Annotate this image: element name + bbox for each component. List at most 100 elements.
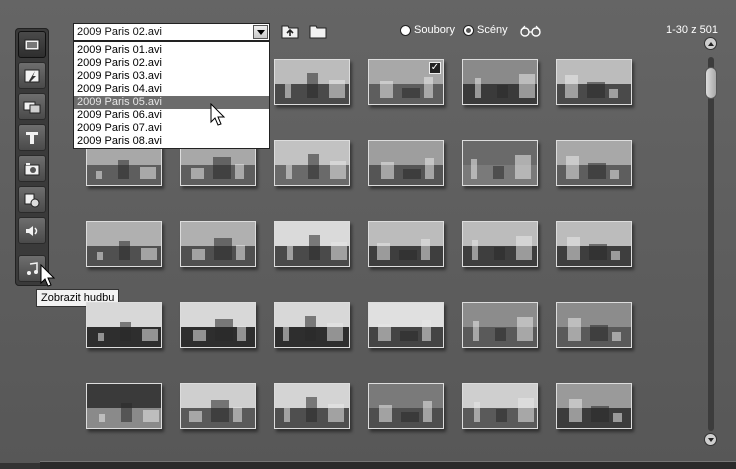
scene-thumbnail[interactable] bbox=[274, 383, 350, 429]
thumbnail-detail bbox=[237, 326, 246, 341]
file-dropdown-list[interactable]: 2009 Paris 01.avi 2009 Paris 02.avi 2009… bbox=[73, 41, 270, 149]
thumbnail-detail bbox=[471, 159, 477, 179]
dropdown-option[interactable]: 2009 Paris 03.avi bbox=[74, 70, 269, 83]
scene-thumbnail[interactable]: ✓ bbox=[368, 59, 444, 105]
scene-thumbnail[interactable] bbox=[462, 383, 538, 429]
glasses-icon[interactable] bbox=[519, 25, 543, 37]
thumbnail-detail bbox=[494, 247, 505, 260]
thumbnail-detail bbox=[328, 404, 344, 422]
view-scenes-option[interactable]: Scény bbox=[463, 24, 508, 36]
scene-thumbnail[interactable] bbox=[556, 302, 632, 348]
scene-thumbnail[interactable] bbox=[368, 140, 444, 186]
sound-tool-button[interactable] bbox=[18, 217, 46, 244]
scene-thumbnail[interactable] bbox=[274, 59, 350, 105]
timeline-edge bbox=[40, 461, 736, 469]
scene-thumbnail[interactable] bbox=[86, 383, 162, 429]
thumbnail-detail bbox=[518, 398, 534, 422]
thumbnail-detail bbox=[329, 80, 345, 98]
thumbnail-detail bbox=[284, 408, 290, 422]
transition-tool-button[interactable] bbox=[18, 62, 46, 89]
thumbnail-detail bbox=[211, 400, 229, 422]
scene-thumbnail[interactable] bbox=[368, 383, 444, 429]
thumbnail-detail bbox=[424, 77, 433, 98]
dropdown-option[interactable]: 2009 Paris 04.avi bbox=[74, 83, 269, 96]
video-tool-button[interactable] bbox=[18, 31, 46, 58]
folder-icon[interactable] bbox=[308, 22, 328, 40]
thumbnail-detail bbox=[96, 171, 102, 179]
thumbnail-detail bbox=[215, 319, 233, 341]
scrollbar-track[interactable] bbox=[708, 57, 714, 431]
view-files-option[interactable]: Soubory bbox=[400, 24, 455, 36]
thumbnail-detail bbox=[97, 252, 103, 260]
thumbnail-detail bbox=[589, 244, 607, 260]
thumbnail-detail bbox=[118, 160, 129, 179]
scrollbar-thumb[interactable] bbox=[705, 67, 717, 99]
disc-menu-icon bbox=[24, 193, 40, 207]
thumbnail-detail bbox=[192, 249, 205, 260]
thumbnail-detail bbox=[612, 332, 621, 341]
scene-thumbnail[interactable] bbox=[368, 302, 444, 348]
thumbnail-detail bbox=[213, 157, 231, 179]
scroll-up-button[interactable] bbox=[704, 37, 717, 50]
thumbnail-detail bbox=[565, 75, 578, 98]
thumbnail-detail bbox=[403, 169, 421, 179]
scene-thumbnail[interactable] bbox=[86, 221, 162, 267]
scene-thumbnail[interactable] bbox=[180, 383, 256, 429]
transition-icon bbox=[24, 69, 40, 82]
thumbnail-detail bbox=[141, 248, 157, 260]
thumbnail-detail bbox=[143, 410, 159, 422]
tool-palette bbox=[15, 28, 49, 286]
scene-thumbnail[interactable] bbox=[462, 302, 538, 348]
thumbnail-detail bbox=[193, 330, 206, 341]
file-select[interactable]: 2009 Paris 02.avi bbox=[73, 23, 270, 41]
thumbnail-detail bbox=[613, 413, 622, 422]
thumbnail-detail bbox=[423, 401, 432, 422]
chevron-down-icon[interactable] bbox=[253, 25, 268, 39]
scroll-down-button[interactable] bbox=[704, 433, 717, 446]
scene-thumbnail[interactable] bbox=[556, 383, 632, 429]
thumbnail-detail bbox=[609, 89, 618, 98]
scene-thumbnail[interactable] bbox=[180, 221, 256, 267]
thumbnail-detail bbox=[421, 239, 430, 260]
thumbnail-detail bbox=[307, 73, 318, 98]
thumbnail-detail bbox=[308, 154, 319, 179]
scene-thumbnail[interactable] bbox=[462, 221, 538, 267]
scene-thumbnail[interactable] bbox=[462, 59, 538, 105]
thumbnail-detail bbox=[380, 81, 393, 98]
title-tool-button[interactable] bbox=[18, 124, 46, 151]
scene-thumbnail[interactable] bbox=[556, 140, 632, 186]
scenes-radio[interactable] bbox=[463, 24, 474, 36]
scene-thumbnail[interactable] bbox=[86, 302, 162, 348]
thumbnail-detail bbox=[379, 405, 392, 422]
files-radio[interactable] bbox=[400, 24, 411, 36]
scene-thumbnail[interactable] bbox=[180, 302, 256, 348]
dropdown-option[interactable]: 2009 Paris 02.avi bbox=[74, 57, 269, 70]
thumbnail-detail bbox=[588, 163, 606, 179]
scene-thumbnail[interactable] bbox=[462, 140, 538, 186]
thumbnail-detail bbox=[285, 84, 291, 98]
thumbnail-detail bbox=[517, 317, 533, 341]
thumbnail-detail bbox=[422, 320, 431, 341]
dropdown-option[interactable]: 2009 Paris 08.avi bbox=[74, 135, 269, 148]
dropdown-option[interactable]: 2009 Paris 01.avi bbox=[74, 44, 269, 57]
scene-thumbnail[interactable] bbox=[274, 221, 350, 267]
dropdown-option-highlighted[interactable]: 2009 Paris 05.avi bbox=[74, 96, 269, 109]
photo-tool-button[interactable] bbox=[18, 155, 46, 182]
scene-thumbnail[interactable] bbox=[368, 221, 444, 267]
thumbnail-detail bbox=[587, 82, 605, 98]
thumbnail-detail bbox=[402, 88, 420, 98]
thumbnail-detail bbox=[425, 158, 434, 179]
menu-tool-button[interactable] bbox=[18, 186, 46, 213]
scene-thumbnail[interactable] bbox=[274, 302, 350, 348]
mouse-cursor-icon bbox=[210, 103, 226, 126]
scene-thumbnail[interactable] bbox=[274, 140, 350, 186]
scene-thumbnail[interactable] bbox=[556, 59, 632, 105]
scene-thumbnail[interactable] bbox=[556, 221, 632, 267]
folder-up-icon[interactable] bbox=[280, 22, 300, 40]
dropdown-option[interactable]: 2009 Paris 07.avi bbox=[74, 122, 269, 135]
dropdown-option[interactable]: 2009 Paris 06.avi bbox=[74, 109, 269, 122]
overlay-tool-button[interactable] bbox=[18, 93, 46, 120]
thumbnail-detail bbox=[610, 170, 619, 179]
camera-icon bbox=[24, 162, 40, 175]
thumbnail-detail bbox=[98, 333, 104, 341]
